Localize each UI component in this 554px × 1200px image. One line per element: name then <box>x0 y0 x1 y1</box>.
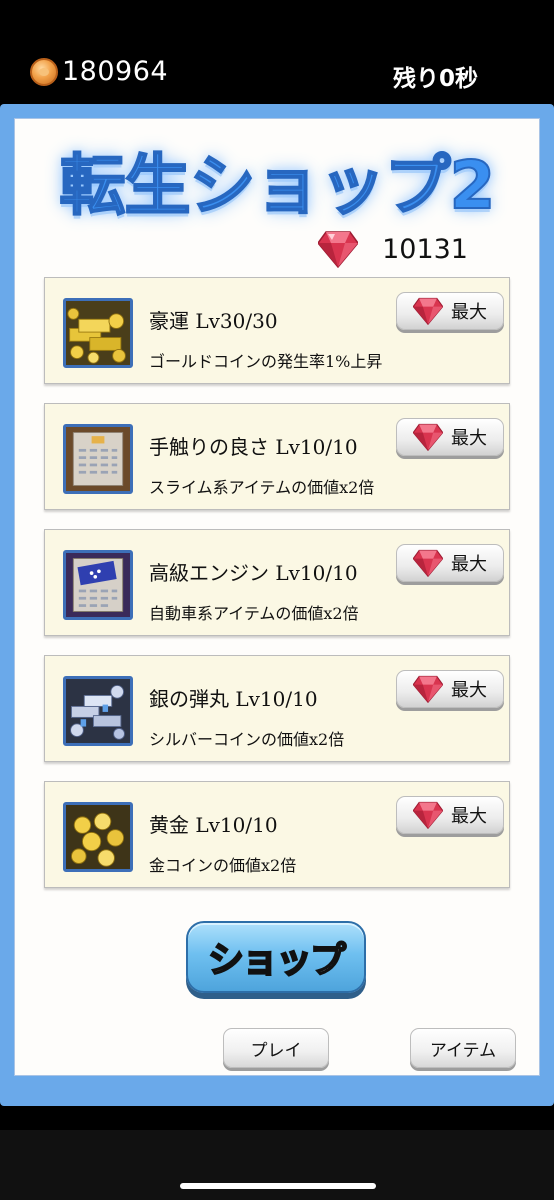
item-name: 手触りの良さ Lv10/10 <box>149 435 358 459</box>
home-indicator[interactable] <box>180 1183 376 1189</box>
coin-counter: 180964 <box>30 56 168 87</box>
shop-item-texture: 手触りの良さ Lv10/10 スライム系アイテムの価値x2倍 最大 <box>44 403 510 510</box>
page-title: 転生ショップ2 <box>59 146 497 225</box>
max-level-button[interactable]: 最大 <box>396 544 504 582</box>
shop-item-fortune: 豪運 Lv30/30 ゴールドコインの発生率1%上昇 最大 <box>44 277 510 384</box>
top-status-bar: 180964 残り0秒 <box>0 0 554 104</box>
ruby-gem-icon <box>413 297 443 325</box>
item-description: 金コインの価値x2倍 <box>149 856 297 875</box>
max-label: 最大 <box>451 428 487 449</box>
circuit-board-icon <box>63 424 133 494</box>
ruby-gem-icon <box>413 675 443 703</box>
ruby-gem-icon <box>413 801 443 829</box>
shop-button[interactable]: ショップ <box>186 921 366 993</box>
play-button[interactable]: プレイ <box>223 1028 329 1068</box>
gold-bars-coins-icon <box>63 298 133 368</box>
max-label: 最大 <box>451 554 487 575</box>
max-label: 最大 <box>451 302 487 323</box>
item-description: 自動車系アイテムの価値x2倍 <box>149 604 359 623</box>
gem-value: 10131 <box>382 233 468 265</box>
bottom-bar <box>0 1130 554 1200</box>
item-description: スライム系アイテムの価値x2倍 <box>149 478 375 497</box>
shop-item-engine: 高級エンジン Lv10/10 自動車系アイテムの価値x2倍 最大 <box>44 529 510 636</box>
item-name: 銀の弾丸 Lv10/10 <box>149 687 318 711</box>
gem-counter: 10131 <box>318 230 468 268</box>
items-button[interactable]: アイテム <box>410 1028 516 1068</box>
max-level-button[interactable]: 最大 <box>396 292 504 330</box>
silver-coins-icon <box>63 676 133 746</box>
item-name: 黄金 Lv10/10 <box>149 813 278 837</box>
shop-item-gold: 黄金 Lv10/10 金コインの価値x2倍 最大 <box>44 781 510 888</box>
shop-item-silver-bullet: 銀の弾丸 Lv10/10 シルバーコインの価値x2倍 最大 <box>44 655 510 762</box>
max-label: 最大 <box>451 806 487 827</box>
item-description: シルバーコインの価値x2倍 <box>149 730 345 749</box>
coin-value: 180964 <box>62 56 169 87</box>
max-level-button[interactable]: 最大 <box>396 670 504 708</box>
shop-button-label: ショップ <box>207 939 347 982</box>
max-level-button[interactable]: 最大 <box>396 796 504 834</box>
ruby-gem-icon <box>413 423 443 451</box>
item-name: 豪運 Lv30/30 <box>149 309 278 333</box>
item-description: ゴールドコインの発生率1%上昇 <box>149 352 383 371</box>
max-level-button[interactable]: 最大 <box>396 418 504 456</box>
remaining-time: 残り0秒 <box>392 66 478 92</box>
gold-coin-icon <box>30 57 58 86</box>
gold-coins-icon <box>63 802 133 872</box>
ruby-gem-icon <box>413 549 443 577</box>
ruby-gem-icon <box>318 231 359 268</box>
max-label: 最大 <box>451 680 487 701</box>
item-name: 高級エンジン Lv10/10 <box>149 561 358 585</box>
engine-chip-icon <box>63 550 133 620</box>
